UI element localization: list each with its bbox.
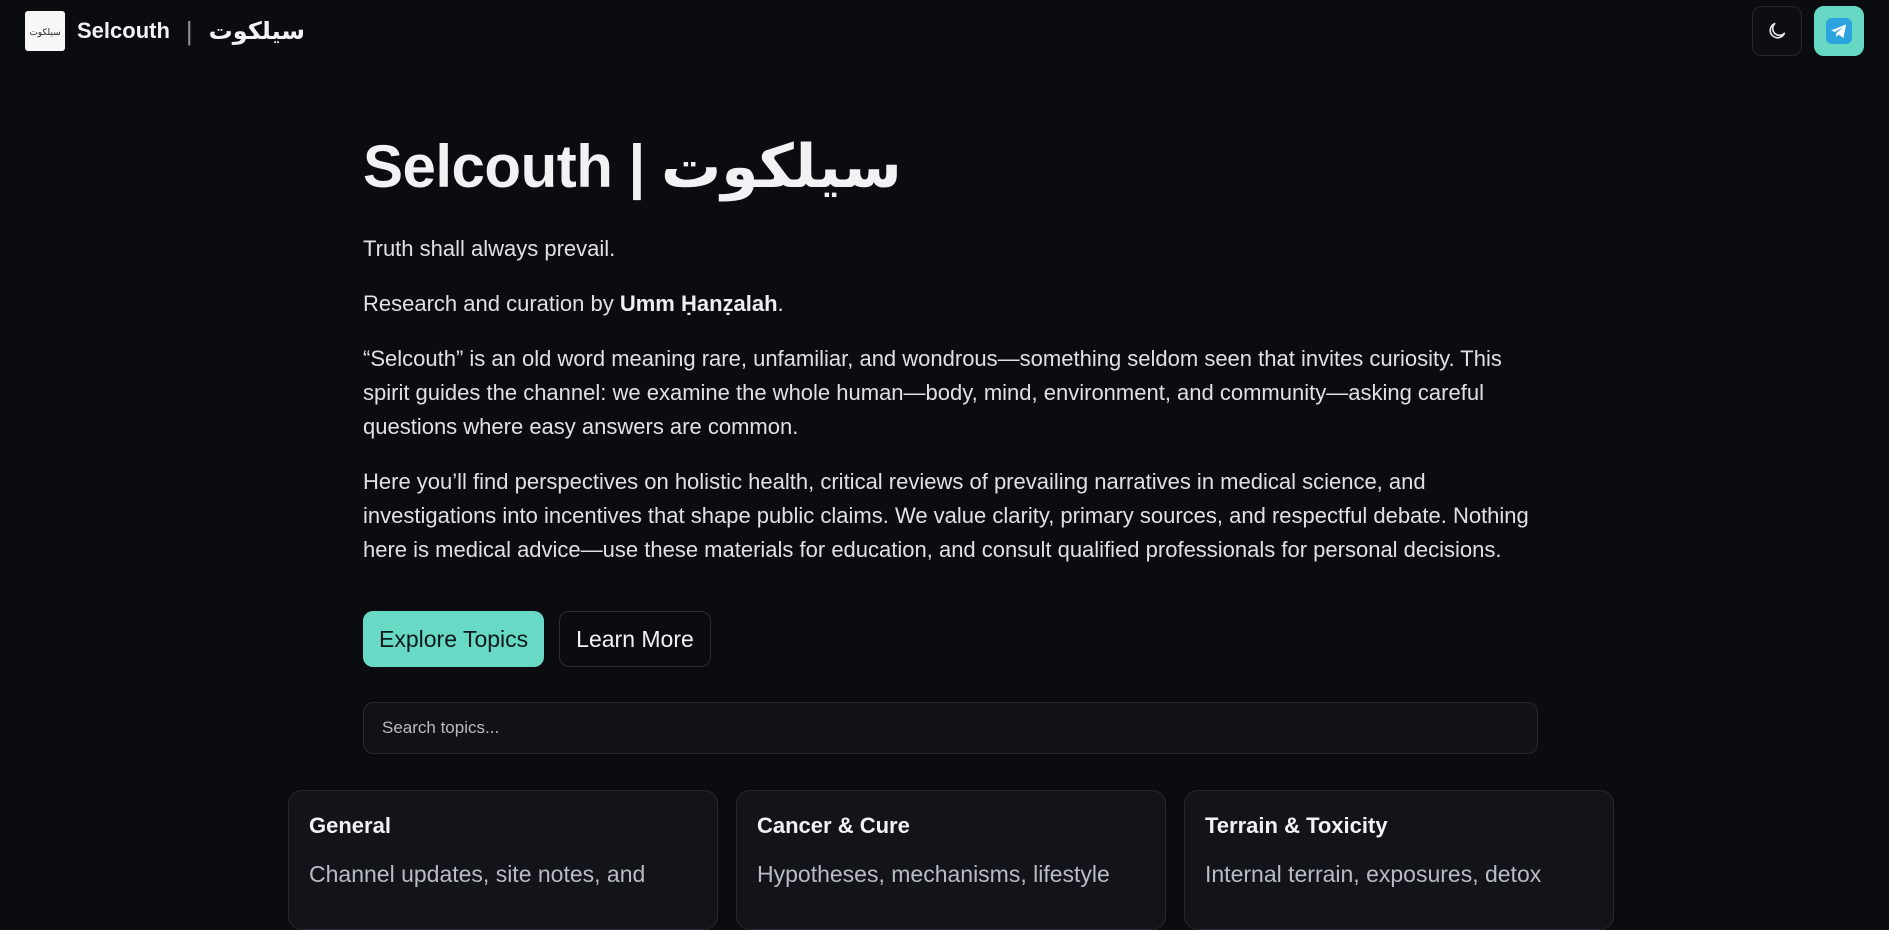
top-actions — [1752, 6, 1864, 56]
brand-arabic: سیلکوت — [208, 17, 305, 45]
byline: Research and curation by Umm Ḥanẓalah. — [363, 287, 1543, 321]
card-description: Internal terrain, exposures, detox — [1205, 861, 1542, 887]
card-title: Cancer & Cure — [757, 813, 910, 838]
card-description: Channel updates, site notes, and — [309, 861, 646, 887]
brand-name: Selcouth — [77, 18, 170, 43]
title-separator: | — [628, 133, 646, 200]
topic-cards: General Channel updates, site notes, and… — [288, 790, 1614, 930]
title-arabic: سیلکوت — [661, 132, 902, 202]
topic-card-general[interactable]: General Channel updates, site notes, and — [288, 790, 718, 930]
svg-text:سیلکوت: سیلکوت — [29, 28, 60, 38]
theme-toggle-button[interactable] — [1752, 6, 1802, 56]
topic-card-cancer-cure[interactable]: Cancer & Cure Hypotheses, mechanisms, li… — [736, 790, 1166, 930]
top-nav: سیلکوت Selcouth | سیلکوت — [0, 0, 1889, 62]
description-paragraph-1: “Selcouth” is an old word meaning rare, … — [363, 346, 1502, 439]
hero-section: Selcouth | سیلکوت Truth shall always pre… — [363, 130, 1543, 567]
author-name: Umm Ḥanẓalah — [619, 291, 778, 316]
telegram-icon — [1826, 18, 1852, 44]
card-title: Terrain & Toxicity — [1205, 813, 1388, 838]
card-description: Hypotheses, mechanisms, lifestyle — [757, 861, 1110, 887]
learn-more-button[interactable]: Learn More — [559, 611, 711, 667]
byline-prefix: Research and curation by — [363, 291, 620, 316]
byline-suffix: . — [777, 291, 784, 316]
moon-icon — [1769, 22, 1786, 39]
description-paragraph-2: Here you’ll find perspectives on holisti… — [363, 469, 1529, 562]
card-title: General — [309, 813, 391, 838]
tagline: Truth shall always prevail. — [363, 236, 616, 261]
brand-separator: | — [185, 15, 193, 46]
cta-buttons: Explore Topics Learn More — [363, 611, 711, 667]
logo-image: سیلکوت — [29, 28, 60, 38]
brand[interactable]: سیلکوت Selcouth | سیلکوت — [25, 11, 305, 51]
page-title: Selcouth | سیلکوت — [363, 130, 1543, 204]
title-latin: Selcouth — [363, 133, 613, 200]
explore-topics-button[interactable]: Explore Topics — [363, 611, 545, 667]
topic-card-terrain-toxicity[interactable]: Terrain & Toxicity Internal terrain, exp… — [1184, 790, 1614, 930]
logo: سیلکوت — [25, 11, 65, 51]
search-input[interactable] — [363, 702, 1538, 754]
telegram-button[interactable] — [1814, 6, 1864, 56]
